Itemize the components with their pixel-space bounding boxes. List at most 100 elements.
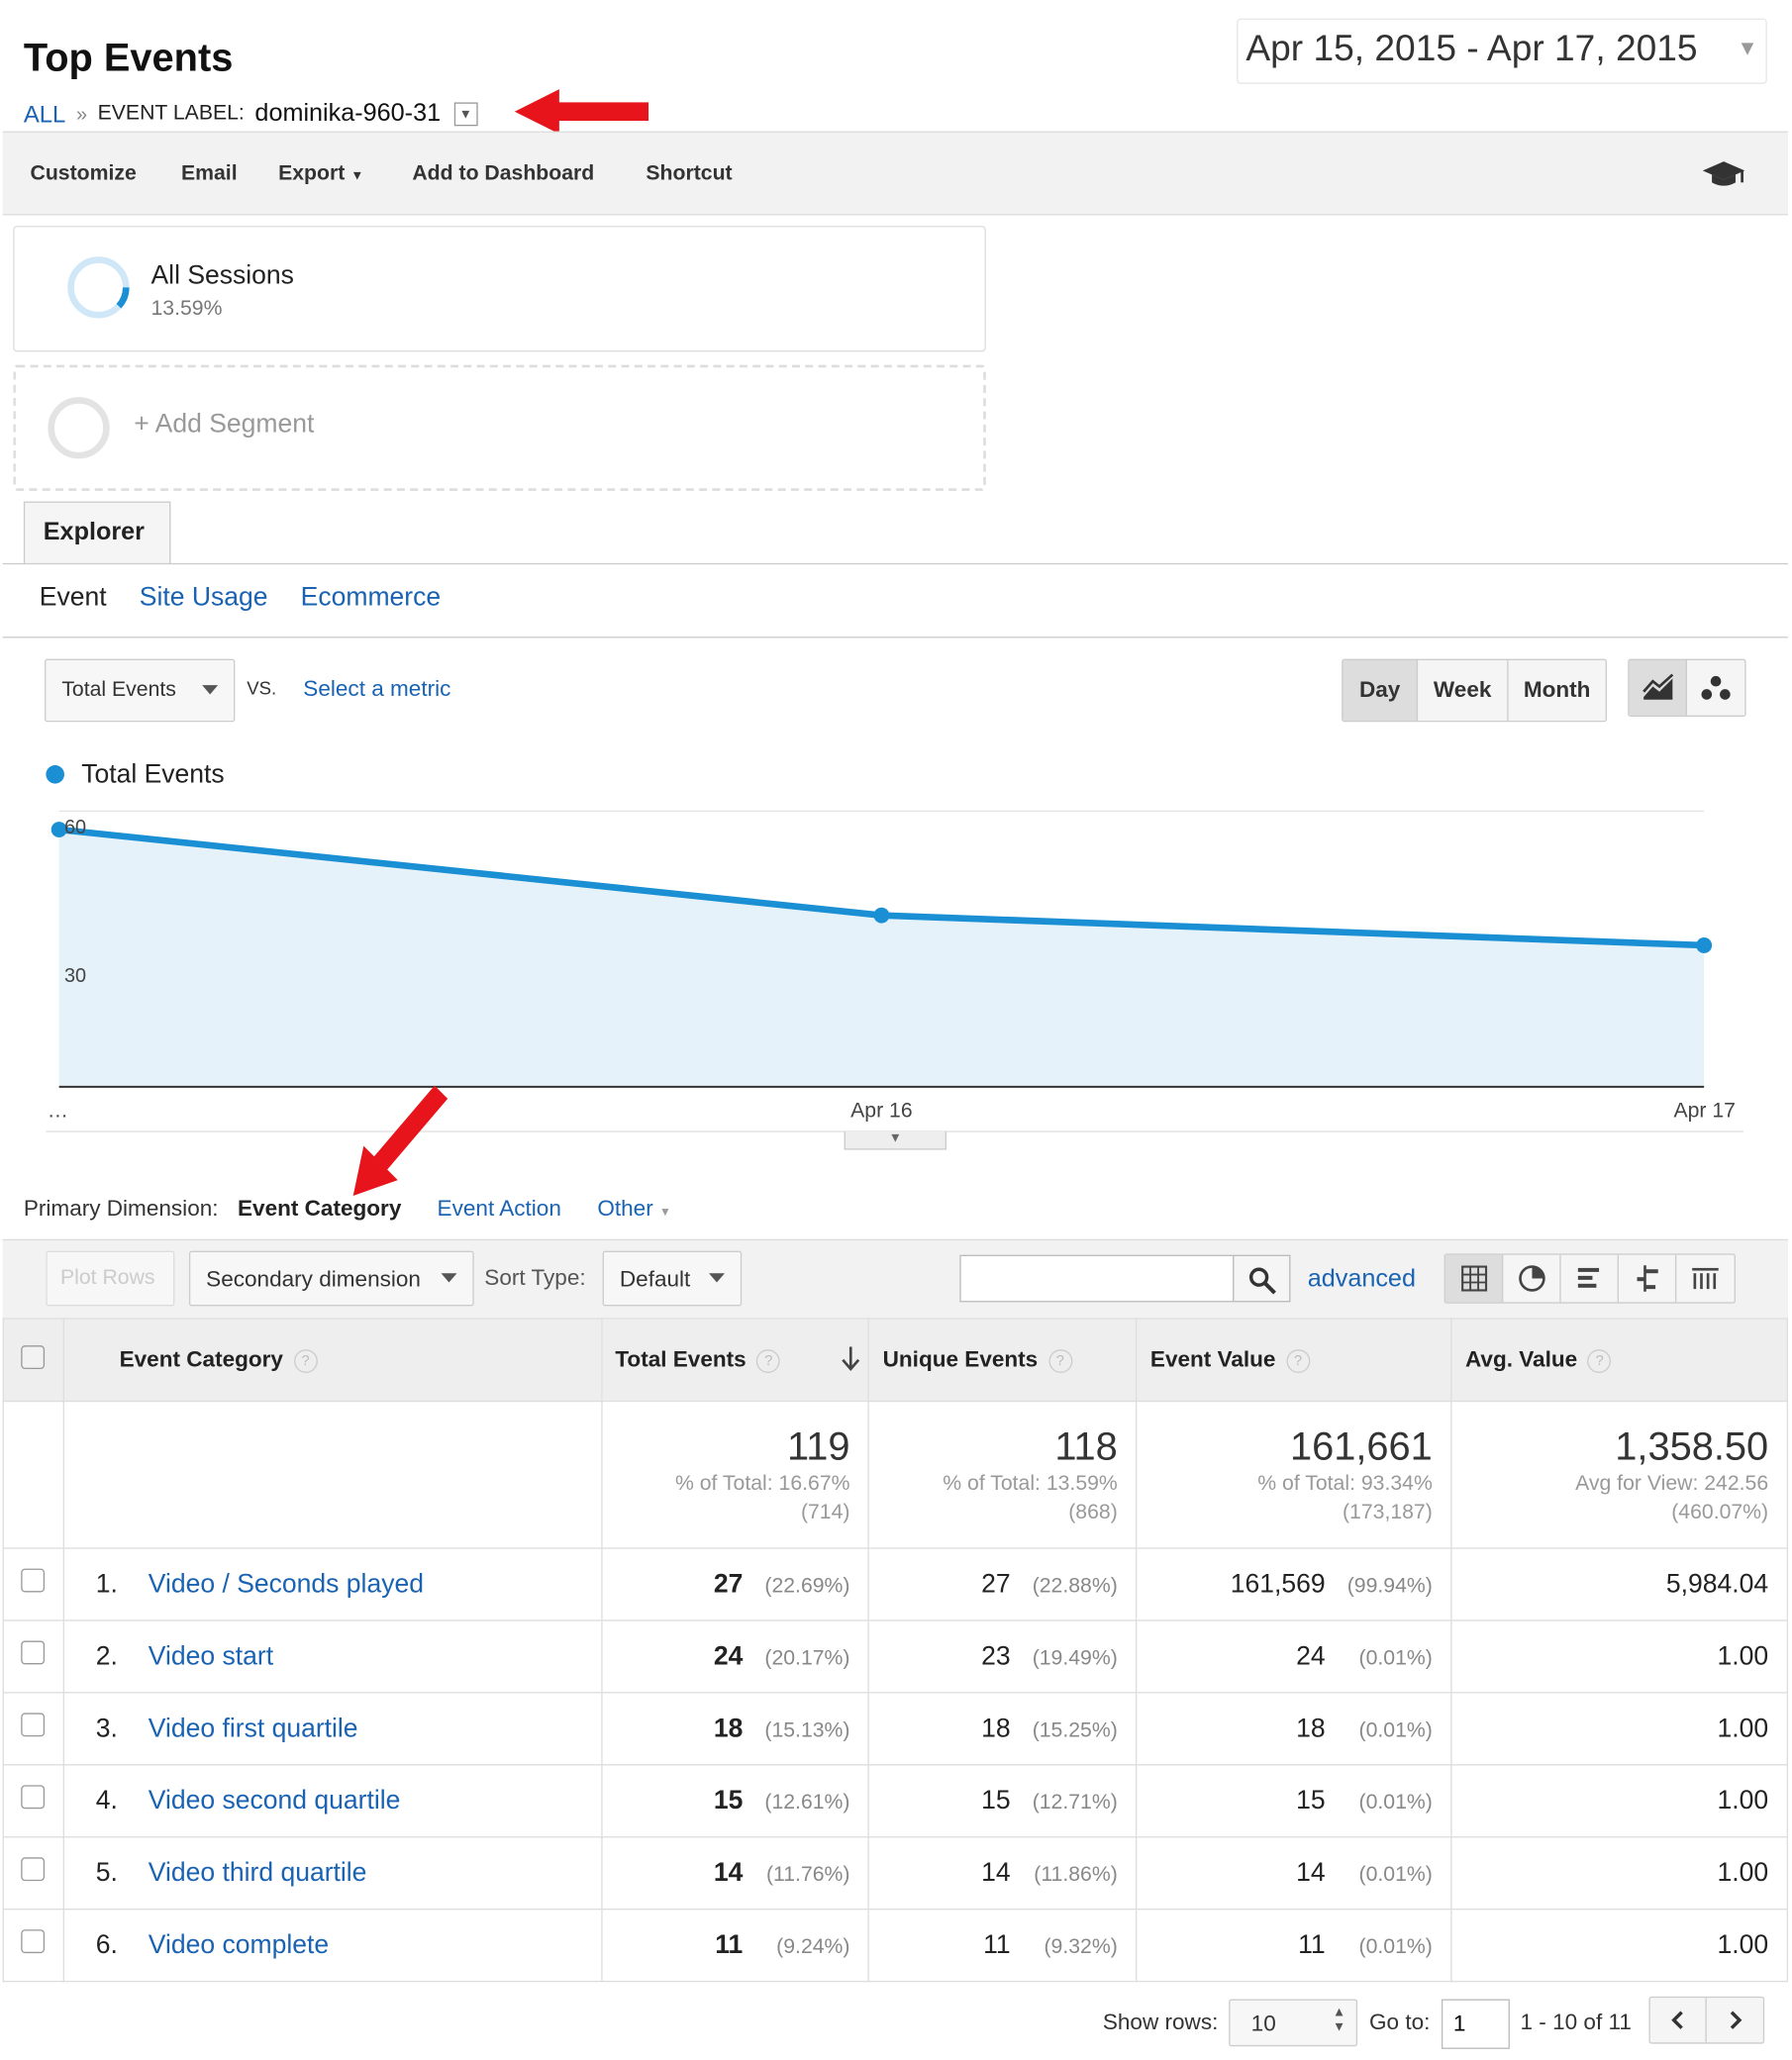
row-number: 6. — [95, 1929, 118, 1960]
goto-label: Go to: — [1369, 2010, 1431, 2035]
unique-events-value: 14 — [981, 1857, 1011, 1888]
event-category-link[interactable]: Video second quartile — [149, 1786, 401, 1815]
table-row[interactable]: 6. Video complete 11 (9.24%) 11 (9.32%) 11 (… — [2, 1909, 1789, 1983]
avg-value-value: 1.00 — [1717, 1929, 1769, 1960]
table-row[interactable]: 4. Video second quartile 15 (12.61%) 15 (12… — [2, 1764, 1789, 1838]
help-icon[interactable]: ? — [293, 1348, 318, 1373]
unique-events-cell: 23 (19.49%) — [868, 1619, 1138, 1694]
export-label: Export — [278, 162, 346, 185]
event-label-dropdown[interactable]: ▼ — [453, 102, 478, 127]
goto-input[interactable] — [1441, 1999, 1510, 2049]
comparison-view-button[interactable] — [1619, 1254, 1677, 1303]
plot-rows-button[interactable]: Plot Rows — [46, 1250, 175, 1307]
motion-chart-button[interactable] — [1687, 660, 1744, 716]
chart-collapse-handle[interactable]: ▼ — [844, 1131, 947, 1150]
row-checkbox[interactable] — [21, 1929, 46, 1954]
table-row[interactable]: 5. Video third quartile 14 (11.76%) 14 (11.… — [2, 1836, 1789, 1911]
breadcrumb-all-link[interactable]: ALL — [24, 100, 65, 128]
dimension-other[interactable]: Other ▼ — [597, 1196, 671, 1223]
bar-view-button[interactable] — [1561, 1254, 1619, 1303]
add-to-dashboard-button[interactable]: Add to Dashboard — [412, 162, 594, 186]
date-range-picker[interactable]: Apr 15, 2015 - Apr 17, 2015 ▼ — [1237, 18, 1767, 84]
event-category-link[interactable]: Video first quartile — [149, 1714, 358, 1742]
event-category-link[interactable]: Video complete — [149, 1930, 329, 1959]
pivot-view-button[interactable] — [1676, 1255, 1734, 1303]
col-total-events[interactable]: Total Events? — [600, 1318, 870, 1403]
row-checkbox[interactable] — [21, 1640, 46, 1665]
graduation-cap-icon[interactable] — [1701, 158, 1745, 190]
event-category-link[interactable]: Video start — [149, 1641, 273, 1670]
period-day-button[interactable]: Day — [1343, 659, 1419, 721]
help-icon[interactable]: ? — [1587, 1348, 1612, 1373]
data-point[interactable] — [873, 907, 890, 924]
segment-all-sessions[interactable]: All Sessions 13.59% — [13, 226, 986, 352]
unique-events-pct: (22.88%) — [1032, 1574, 1118, 1598]
help-icon[interactable]: ? — [1047, 1348, 1072, 1373]
total-sub: Avg for View: 242.56 — [1575, 1472, 1769, 1496]
help-icon[interactable]: ? — [756, 1348, 781, 1373]
event-category-link[interactable]: Video third quartile — [149, 1858, 367, 1887]
export-button[interactable]: Export ▼ — [278, 162, 363, 186]
event-value-cell: 14 (0.01%) — [1136, 1836, 1452, 1911]
tab-explorer[interactable]: Explorer — [23, 501, 171, 565]
metric-select[interactable]: Total Events — [45, 658, 236, 723]
dimension-event-category[interactable]: Event Category — [238, 1196, 401, 1223]
col-unique-events[interactable]: Unique Events? — [868, 1318, 1138, 1403]
total-value: 1,358.50 — [1615, 1425, 1769, 1469]
event-category-cell: 5. Video third quartile — [62, 1836, 603, 1911]
event-value-value: 11 — [1298, 1929, 1326, 1960]
row-checkbox[interactable] — [21, 1568, 46, 1593]
total-events-pct: (15.13%) — [764, 1718, 850, 1741]
segment-percent: 13.59% — [150, 298, 223, 321]
segment-name: All Sessions — [150, 260, 294, 291]
row-checkbox[interactable] — [21, 1857, 46, 1882]
shortcut-button[interactable]: Shortcut — [646, 162, 732, 186]
row-checkbox[interactable] — [21, 1785, 46, 1810]
totals-blank-cell — [2, 1400, 64, 1549]
period-week-button[interactable]: Week — [1418, 659, 1509, 721]
series-area — [58, 830, 1705, 1087]
show-rows-select[interactable]: 10 ▲ ▼ — [1229, 1999, 1358, 2047]
period-month-button[interactable]: Month — [1509, 660, 1606, 721]
total-events-cell: 18 (15.13%) — [600, 1692, 870, 1766]
total-events-chart[interactable]: 60 30 … Apr 16 Apr 17 — [0, 788, 1792, 1169]
select-metric-link[interactable]: Select a metric — [303, 676, 450, 703]
unique-events-value: 15 — [981, 1786, 1011, 1815]
primary-dimension-label: Primary Dimension: — [23, 1195, 219, 1222]
subtab-ecommerce[interactable]: Ecommerce — [301, 583, 441, 613]
subtab-event[interactable]: Event — [40, 583, 107, 613]
row-checkbox[interactable] — [21, 1713, 46, 1737]
customize-button[interactable]: Customize — [30, 162, 136, 186]
avg-value-cell: 1.00 — [1450, 1619, 1789, 1694]
help-icon[interactable]: ? — [1286, 1348, 1310, 1373]
event-category-link[interactable]: Video / Seconds played — [149, 1569, 424, 1598]
table-view-button[interactable] — [1444, 1254, 1504, 1303]
col-event-value[interactable]: Event Value? — [1136, 1318, 1452, 1403]
search-icon — [1248, 1267, 1276, 1295]
advanced-link[interactable]: advanced — [1308, 1265, 1416, 1294]
table-row[interactable]: 1. Video / Seconds played 27 (22.69%) 27 (2… — [2, 1547, 1789, 1621]
col-event-category[interactable]: Event Category? — [62, 1318, 603, 1403]
secondary-dimension-select[interactable]: Secondary dimension — [188, 1250, 474, 1307]
sort-type-select[interactable]: Default — [602, 1250, 743, 1307]
line-chart-button[interactable] — [1629, 659, 1687, 716]
next-page-button[interactable] — [1707, 1998, 1763, 2042]
data-point[interactable] — [1696, 937, 1713, 953]
event-label-key: EVENT LABEL: — [97, 102, 245, 125]
table-row[interactable]: 2. Video start 24 (20.17%) 23 (19.49%) 24 (0… — [2, 1619, 1789, 1694]
dimension-event-action[interactable]: Event Action — [438, 1196, 561, 1223]
email-button[interactable]: Email — [181, 162, 238, 186]
table-search-input[interactable] — [959, 1254, 1235, 1303]
prev-page-button[interactable] — [1650, 1998, 1707, 2043]
pie-view-button[interactable] — [1503, 1254, 1561, 1303]
table-row[interactable]: 3. Video first quartile 18 (15.13%) 18 (15.… — [2, 1692, 1789, 1766]
select-all-checkbox[interactable] — [21, 1344, 46, 1369]
avg-value-value: 5,984.04 — [1665, 1569, 1769, 1599]
unique-events-value: 11 — [983, 1929, 1011, 1960]
add-segment-box[interactable]: + Add Segment — [13, 364, 986, 491]
unique-events-cell: 18 (15.25%) — [868, 1692, 1138, 1766]
search-button[interactable] — [1233, 1254, 1291, 1303]
col-avg-value[interactable]: Avg. Value? — [1450, 1318, 1789, 1403]
total-value: 119 — [787, 1425, 850, 1469]
subtab-site-usage[interactable]: Site Usage — [140, 583, 268, 613]
